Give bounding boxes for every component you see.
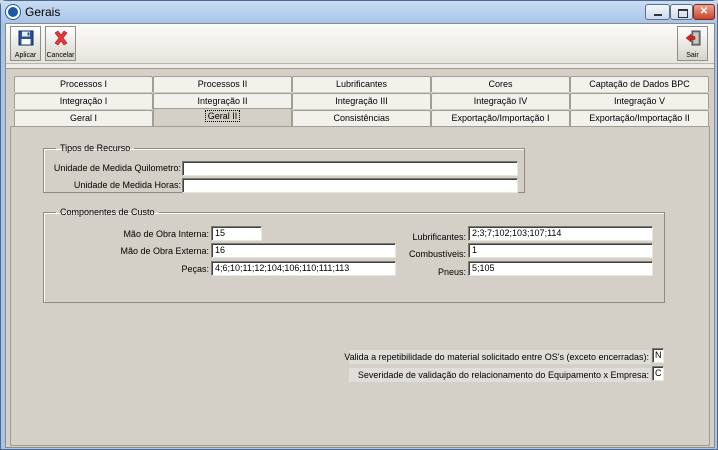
tab-geral-ii[interactable]: Geral II: [153, 108, 292, 126]
cancel-label: Cancelar: [46, 52, 75, 59]
repetibilidade-label: Valida a repetibilidade do material soli…: [344, 352, 649, 362]
lubrificantes-label: Lubrificantes:: [412, 232, 466, 242]
combustiveis-label: Combustíveis:: [408, 249, 466, 259]
window-title: Gerais: [25, 5, 61, 19]
pecas-label: Peças:: [181, 264, 209, 274]
tab-label: Exportação/Importação I: [451, 113, 550, 123]
tab-label: Lubrificantes: [335, 79, 388, 89]
exit-label: Sair: [686, 52, 699, 59]
minimize-icon: [646, 5, 669, 19]
tab-captacao-bpc[interactable]: Captação de Dados BPC: [570, 76, 709, 92]
lubrificantes-input[interactable]: 2;3;7;102;103;107;114: [468, 226, 653, 241]
tab-label: Integração IV: [473, 96, 528, 106]
tab-label: Cores: [488, 79, 513, 89]
tab-label: Geral II: [204, 110, 241, 122]
maximize-icon: [671, 5, 692, 19]
tab-label: Geral I: [69, 113, 97, 123]
hours-unit-input[interactable]: [182, 178, 518, 193]
cancel-x-icon: [54, 30, 68, 46]
hours-unit-label: Unidade de Medida Horas:: [73, 180, 181, 190]
apply-label: Aplicar: [14, 52, 37, 59]
exit-door-icon: [685, 30, 701, 46]
title-bar[interactable]: Gerais ✕: [1, 1, 717, 23]
combustiveis-input[interactable]: 1: [468, 243, 653, 258]
group-title: Componentes de Custo: [60, 207, 155, 217]
maximize-button[interactable]: [670, 4, 693, 20]
tab-label: Integração V: [613, 96, 666, 106]
tab-exportacao-importacao-ii[interactable]: Exportação/Importação II: [570, 110, 709, 126]
severidade-label: Severidade de validação do relacionament…: [357, 370, 649, 380]
severidade-input[interactable]: C: [652, 366, 664, 381]
tab-page-geral-ii: Tipos de Recurso Unidade de Medida Quilo…: [10, 126, 710, 446]
tab-lubrificantes[interactable]: Lubrificantes: [292, 76, 431, 92]
mo-externa-label: Mão de Obra Externa:: [120, 246, 209, 256]
save-icon: [18, 30, 34, 46]
tab-processos-i[interactable]: Processos I: [14, 76, 153, 92]
pneus-label: Pneus:: [437, 267, 466, 277]
pneus-input[interactable]: 5;105: [468, 261, 653, 276]
pecas-input[interactable]: 4;6;10;11;12;104;106;110;111;113: [211, 261, 396, 276]
tab-consistencias[interactable]: Consistências: [292, 110, 431, 126]
tab-label: Exportação/Importação II: [589, 113, 690, 123]
minimize-button[interactable]: [645, 4, 670, 20]
tab-label: Processos I: [59, 79, 108, 89]
tab-integracao-i[interactable]: Integração I: [14, 93, 153, 109]
main-window: Gerais ✕ Aplicar Cancelar Sair Processos…: [0, 0, 718, 450]
tab-integracao-v[interactable]: Integração V: [570, 93, 709, 109]
tab-processos-ii[interactable]: Processos II: [153, 76, 292, 92]
close-button[interactable]: ✕: [693, 4, 715, 20]
mo-interna-label: Mão de Obra Interna:: [123, 229, 209, 239]
tab-exportacao-importacao-i[interactable]: Exportação/Importação I: [431, 110, 570, 126]
tab-integracao-ii[interactable]: Integração II: [153, 93, 292, 109]
tab-label: Integração I: [59, 96, 108, 106]
exit-button[interactable]: Sair: [677, 26, 708, 61]
client-area: Aplicar Cancelar Sair Processos I Proces…: [5, 23, 715, 448]
cancel-button[interactable]: Cancelar: [45, 26, 76, 61]
tab-label: Processos II: [197, 79, 248, 89]
tab-control: Processos I Processos II Lubrificantes C…: [6, 68, 714, 447]
toolbar: Aplicar Cancelar Sair: [6, 24, 714, 64]
group-title: Tipos de Recurso: [60, 143, 131, 153]
tab-label: Integração III: [335, 96, 388, 106]
close-icon: ✕: [699, 6, 709, 17]
km-unit-label: Unidade de Medida Quilometro:: [53, 163, 181, 173]
apply-button[interactable]: Aplicar: [10, 26, 41, 61]
mo-interna-input[interactable]: 15: [211, 226, 262, 241]
repetibilidade-input[interactable]: N: [652, 348, 664, 363]
tab-label: Consistências: [333, 113, 390, 123]
app-icon: [6, 5, 20, 19]
mo-externa-input[interactable]: 16: [211, 243, 396, 258]
tab-label: Captação de Dados BPC: [589, 79, 690, 89]
tab-cores[interactable]: Cores: [431, 76, 570, 92]
tab-label: Integração II: [197, 96, 248, 106]
tab-integracao-iv[interactable]: Integração IV: [431, 93, 570, 109]
km-unit-input[interactable]: [182, 161, 518, 176]
tab-integracao-iii[interactable]: Integração III: [292, 93, 431, 109]
tab-geral-i[interactable]: Geral I: [14, 110, 153, 126]
